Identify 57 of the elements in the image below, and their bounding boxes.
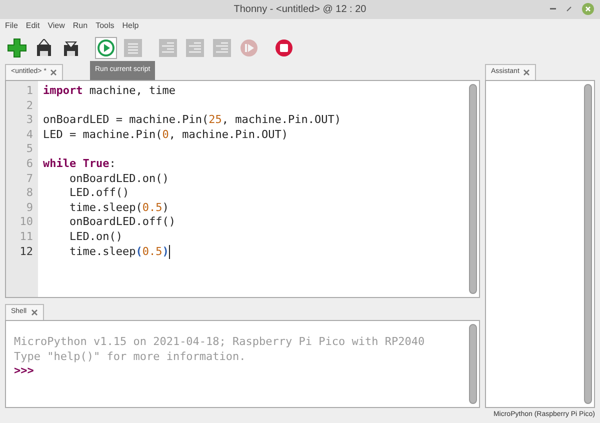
resume-icon (240, 39, 258, 57)
code-line: time.sleep(0.5) (68, 200, 169, 216)
code-line: while True: (43, 156, 116, 172)
code-line: LED.on() (68, 230, 122, 245)
maximize-icon[interactable] (566, 6, 572, 12)
line-number: 9 (25, 200, 33, 216)
line-number: 6 (25, 156, 33, 172)
menu-item[interactable]: Tools (96, 20, 114, 32)
code-line: onBoardLED.on() (68, 172, 169, 186)
stop-button[interactable] (273, 37, 295, 59)
code-line: LED.off() (68, 186, 130, 201)
lines-icon (159, 39, 177, 57)
code-line: LED = machine.Pin(0, machine.Pin.OUT) (43, 128, 288, 142)
lines-icon (186, 39, 204, 57)
shell-output: MicroPython v1.15 on 2021-04-18; Raspberry Pi Pico with RP2040 (14, 335, 426, 350)
close-icon[interactable] (523, 69, 530, 76)
line-number: 12 (18, 244, 33, 260)
close-icon[interactable] (30, 309, 38, 316)
menu-item[interactable]: Run (72, 20, 88, 32)
new-button[interactable] (6, 37, 28, 59)
line-number: 10 (18, 215, 33, 230)
minimize-icon[interactable] (550, 8, 556, 10)
line-number: 3 (25, 113, 33, 128)
plus-icon (7, 38, 27, 58)
code-editor[interactable] (5, 80, 480, 298)
line-number: 2 (25, 98, 33, 114)
shell-output: Type "help()" for more information. (14, 350, 247, 364)
lines-icon (213, 39, 231, 57)
line-number: 5 (25, 142, 33, 157)
close-icon[interactable] (582, 3, 594, 15)
code-line: time.sleep(0.5) (68, 244, 169, 260)
scrollbar[interactable] (469, 84, 477, 294)
run-button[interactable] (95, 37, 117, 59)
menu-item[interactable]: Edit (26, 20, 40, 32)
line-number: 4 (25, 128, 33, 142)
text-cursor (168, 244, 170, 259)
code-line: import machine, time (43, 84, 176, 99)
line-number: 7 (25, 172, 33, 186)
stop-icon (275, 39, 293, 57)
close-icon[interactable] (50, 69, 58, 76)
play-icon (97, 39, 115, 57)
shell-console[interactable]: MicroPython v1.15 on 2021-04-18; Raspberry Pi Pico with RP2040 Type "help()" for more information. >>> (5, 320, 480, 408)
code-line: onBoardLED.off() (68, 215, 176, 230)
scrollbar[interactable] (469, 324, 477, 404)
menu-item[interactable]: File (5, 20, 18, 32)
window-title: Thonny - <untitled> @ 12 : 20 (234, 3, 366, 17)
menu-item[interactable]: Help (122, 20, 139, 32)
menu-item[interactable]: View (48, 20, 65, 32)
shell-prompt: >>> (14, 364, 35, 379)
scrollbar[interactable] (584, 84, 592, 404)
floppy-down-arrow-icon (63, 39, 79, 57)
lines-icon (124, 39, 142, 57)
line-number: 8 (25, 186, 33, 201)
floppy-up-arrow-icon (36, 39, 52, 57)
line-number: 11 (18, 230, 33, 245)
code-line: onBoardLED = machine.Pin(25, machine.Pin.OUT) (43, 113, 342, 128)
line-number: 1 (25, 84, 33, 99)
